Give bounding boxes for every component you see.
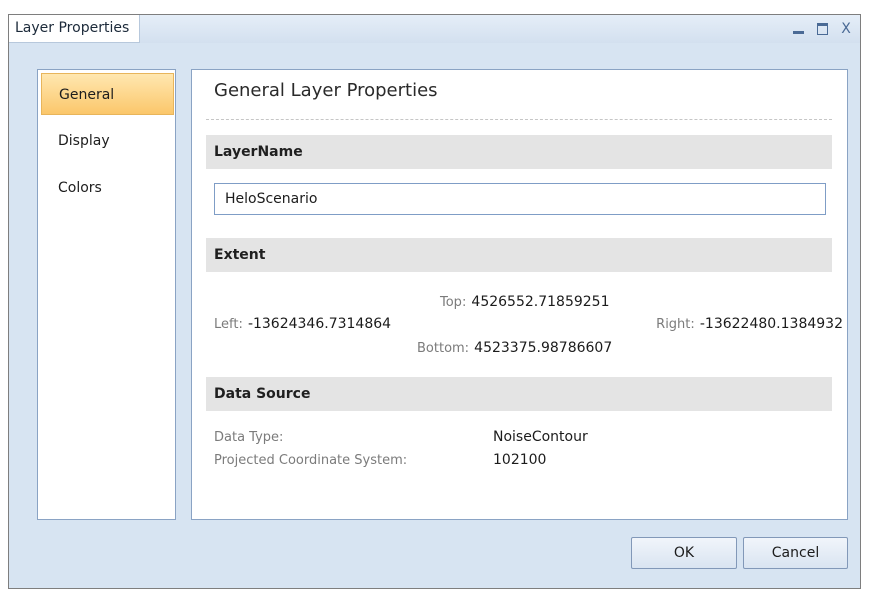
layer-properties-dialog: Layer Properties X General Display Color… — [8, 14, 861, 589]
extent-bottom-value: 4523375.98786607 — [474, 340, 613, 356]
section-layer-name-header: LayerName — [206, 135, 832, 169]
extent-bottom: Bottom: 4523375.98786607 — [417, 337, 612, 356]
projected-coordinate-system-value: 102100 — [493, 452, 547, 468]
extent-top-value: 4526552.71859251 — [471, 294, 610, 310]
section-extent-header: Extent — [206, 238, 832, 272]
extent-left-label: Left: — [214, 317, 243, 332]
extent-right-label: Right: — [656, 317, 695, 332]
nav-item-label: Display — [58, 133, 110, 149]
nav-item-label: General — [59, 87, 115, 103]
section-data-source-header: Data Source — [206, 377, 832, 411]
nav-item-general[interactable]: General — [41, 73, 174, 115]
extent-right-value: -13622480.1384932 — [699, 316, 843, 332]
extent-bottom-label: Bottom: — [417, 341, 470, 356]
projected-coordinate-system-label: Projected Coordinate System: — [214, 453, 408, 468]
extent-right: Right: -13622480.1384932 — [656, 313, 843, 332]
cancel-button[interactable]: Cancel — [743, 537, 848, 569]
maximize-icon[interactable] — [814, 21, 830, 37]
window-title: Layer Properties — [9, 15, 141, 43]
extent-top: Top: 4526552.71859251 — [440, 291, 609, 310]
panel-title: General Layer Properties — [214, 80, 438, 101]
extent-left-value: -13624346.7314864 — [247, 316, 392, 332]
window-controls: X — [790, 19, 854, 39]
nav-item-label: Colors — [58, 180, 102, 196]
extent-left: Left: -13624346.7314864 — [214, 313, 391, 332]
title-bar[interactable]: Layer Properties X — [9, 15, 860, 43]
data-type-label: Data Type: — [214, 430, 284, 445]
extent-top-label: Top: — [440, 295, 467, 310]
close-glyph: X — [841, 21, 851, 37]
properties-panel: General Layer Properties LayerName Exten… — [191, 69, 848, 520]
nav-item-colors[interactable]: Colors — [41, 167, 174, 209]
category-nav: General Display Colors — [37, 69, 176, 520]
ok-button[interactable]: OK — [631, 537, 737, 569]
minimize-icon[interactable] — [790, 21, 806, 37]
close-icon[interactable]: X — [838, 21, 854, 37]
layer-name-input[interactable] — [214, 183, 826, 215]
data-type-value: NoiseContour — [493, 429, 588, 445]
nav-item-display[interactable]: Display — [41, 120, 174, 162]
title-divider — [206, 119, 832, 120]
